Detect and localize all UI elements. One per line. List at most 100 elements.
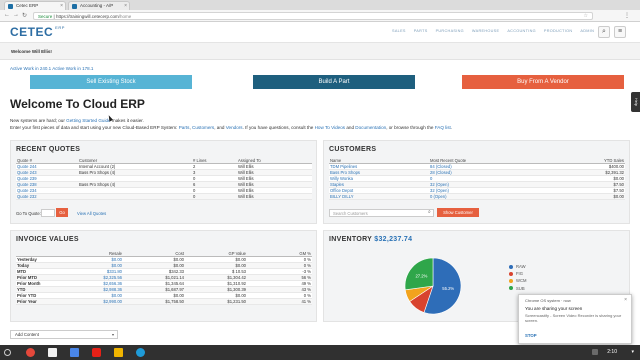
launcher-icon[interactable] [4,349,11,356]
notification-title: You are sharing your screen [525,306,583,311]
period-label: Prior Year [16,298,61,305]
gmail-icon[interactable] [48,348,57,357]
secure-label: Secure [38,14,53,19]
files-icon[interactable] [114,348,123,357]
search-icon[interactable]: ⌕ [428,209,431,215]
legend-item-raw[interactable]: RAW [509,263,526,270]
welcome-user: Welcome Will Ellis! [11,49,52,54]
tab-title: Accounting - A/P [80,3,114,8]
pie-label-raw: 55.2% [442,286,454,291]
cell [78,193,192,200]
invoice-table: Resale Cost GP Value GM % Yesterday $0.00… [16,251,312,305]
forward-icon[interactable]: → [13,12,19,18]
cell: $1,231.50 [185,298,247,305]
cell: 0 [192,193,237,200]
table-row: Prior Year $2,990.00 $1,758.50 $1,231.50 41 … [16,298,312,305]
legend-item-fig[interactable]: FIG [509,270,526,277]
close-icon[interactable]: × [624,297,627,303]
goto-quote-label: Go To Quote: [16,211,41,216]
cell: 41 % [247,298,312,305]
how-to-videos-link[interactable]: How To Videos [315,125,345,130]
nav-purchasing[interactable]: PURCHASING [436,29,464,33]
main-nav: SALES PARTS PURCHASING WAREHOUSE ACCOUNT… [392,29,594,33]
stop-sharing-button[interactable]: STOP [525,333,537,338]
address-bar[interactable]: Secure | https://trainingwill.cetecerp.c… [33,12,593,20]
resale-link[interactable]: $2,990.00 [61,298,123,305]
version-line[interactable]: Active Work in 240.1 Active Work in 178.… [10,66,93,71]
add-content-select[interactable]: Add Content ▾ [10,330,118,339]
inventory-pie-chart: 55.2% 27.2% [404,257,462,315]
nav-warehouse[interactable]: WAREHOUSE [472,29,499,33]
customer-link[interactable]: BILLY DILLY [329,193,429,200]
welcome-bar: Welcome Will Ellis! [0,43,640,60]
notification-header: Chrome OS system · now [525,298,571,303]
screen-share-notification: Chrome OS system · now × You are sharing… [518,294,632,344]
close-tab-icon[interactable]: × [60,2,63,10]
recent-quotes-heading: RECENT QUOTES [16,146,81,153]
cell: Will Ellis [237,193,312,200]
go-button[interactable]: Go [56,208,68,217]
app-header: CETEC ERP SALES PARTS PURCHASING WAREHOUS… [0,22,640,43]
cetec-favicon-icon [72,4,77,9]
browser-tab-accounting[interactable]: Accounting - A/P × [68,1,130,10]
url-path: /home [118,14,132,19]
goto-quote-input[interactable] [41,209,55,217]
legend-swatch-wcm [509,278,513,283]
customers-panel: CUSTOMERS Name Most Recent Quote YTD Sal… [323,140,630,224]
browser-tab-bar: Cetec ERP × Accounting - A/P × [0,0,640,10]
cetec-logo[interactable]: CETEC ERP [10,25,65,39]
tab-title: Cetec ERP [16,3,39,8]
parts-link[interactable]: Parts [179,125,190,130]
table-row: Quote 232 0 Will Ellis [16,193,312,200]
screen-share-status-icon[interactable] [592,349,598,355]
search-customers-input[interactable]: Search Customers [329,209,434,217]
buy-from-vendor-button[interactable]: Buy From A Vendor [462,75,624,89]
screencastify-icon[interactable] [136,348,145,357]
invoice-values-panel: INVOICE VALUES Resale Cost GP Value GM %… [10,230,317,322]
hamburger-menu-icon[interactable]: ≡ [614,26,626,38]
back-icon[interactable]: ← [4,12,10,18]
nav-production[interactable]: PRODUCTION [544,29,573,33]
quote-status-link[interactable]: 0 (Open) [429,193,539,200]
intro-line-2: Enter your first pieces of data and star… [10,125,453,130]
legend-swatch-sub [509,286,513,291]
build-a-part-button[interactable]: Build A Part [253,75,415,89]
vendors-link[interactable]: Vendors [226,125,243,130]
nav-sales[interactable]: SALES [392,29,406,33]
nav-parts[interactable]: PARTS [414,29,428,33]
youtube-icon[interactable] [92,348,101,357]
bookmark-star-icon[interactable]: ☆ [584,13,588,20]
cetec-favicon-icon [8,4,13,9]
quote-link[interactable]: Quote 232 [16,193,78,200]
clock[interactable]: 2:10 [607,349,617,355]
customers-link[interactable]: Customers [192,125,214,130]
browser-toolbar: ← → ↻ Secure | https://trainingwill.cete… [0,10,640,22]
close-tab-icon[interactable]: × [124,2,127,10]
legend-item-wcm[interactable]: WCM [509,277,526,284]
docs-icon[interactable] [70,348,79,357]
reload-icon[interactable]: ↻ [22,12,27,19]
browser-tab-cetec[interactable]: Cetec ERP × [4,1,66,10]
faq-link[interactable]: FAQ list [435,125,451,130]
chrome-icon[interactable] [26,348,35,357]
search-icon[interactable]: ⌕ [598,26,610,38]
view-all-quotes-link[interactable]: View All Quotes [77,211,106,216]
documentation-link[interactable]: Documentation [355,125,386,130]
browser-menu-icon[interactable]: ⋮ [624,12,630,19]
legend-swatch-fig [509,271,513,276]
customers-table: Name Most Recent Quote YTD Sales TDM Pip… [329,158,625,200]
os-taskbar: 2:10 ▾ [0,345,640,360]
getting-started-link[interactable]: Getting Started Guide [66,118,110,123]
table-row: BILLY DILLY 0 (Open) $0.00 [329,193,625,200]
quotes-table: Quote # Customer # Lines Assigned To Quo… [16,158,312,200]
sell-existing-stock-button[interactable]: Sell Existing Stock [30,75,192,89]
legend-item-sub[interactable]: SUB [509,285,526,292]
nav-accounting[interactable]: ACCOUNTING [507,29,536,33]
help-tab[interactable]: Help [631,92,640,112]
page-title: Welcome To Cloud ERP [10,97,145,111]
show-customer-button[interactable]: Show Customer [437,208,479,217]
intro-line-1: New systems are hard; our Getting Starte… [10,118,144,123]
system-tray-icon[interactable]: ▾ [631,349,634,355]
customers-heading: CUSTOMERS [329,146,377,153]
nav-admin[interactable]: ADMIN [580,29,594,33]
